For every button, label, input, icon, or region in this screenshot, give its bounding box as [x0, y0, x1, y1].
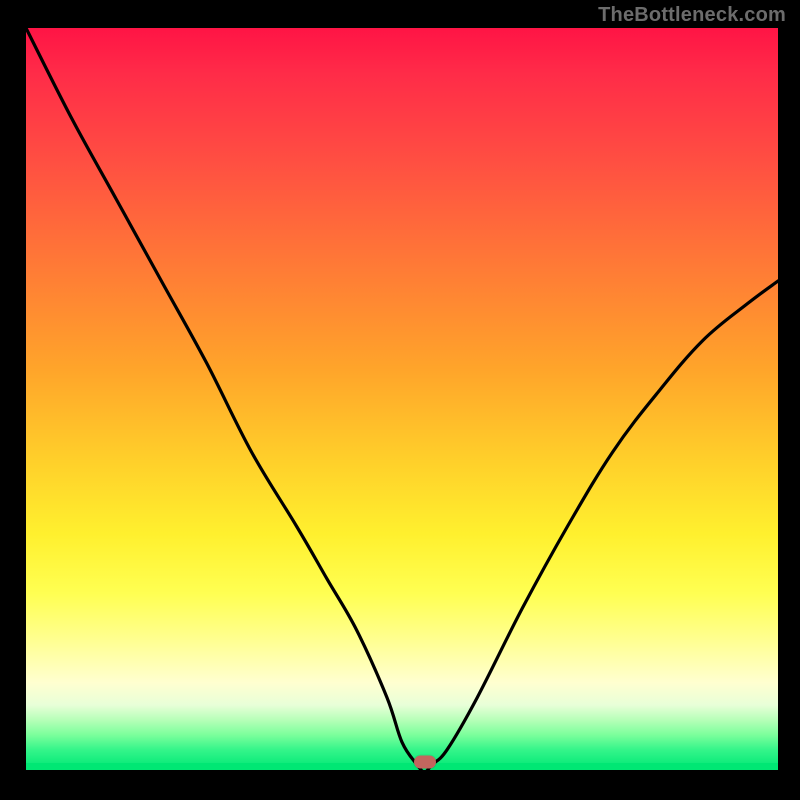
bottleneck-curve — [26, 28, 778, 772]
chart-stage: TheBottleneck.com — [0, 0, 800, 800]
baseline — [26, 770, 778, 772]
plot-area — [26, 28, 778, 772]
watermark-text: TheBottleneck.com — [598, 4, 786, 27]
optimal-point-marker — [414, 755, 436, 768]
